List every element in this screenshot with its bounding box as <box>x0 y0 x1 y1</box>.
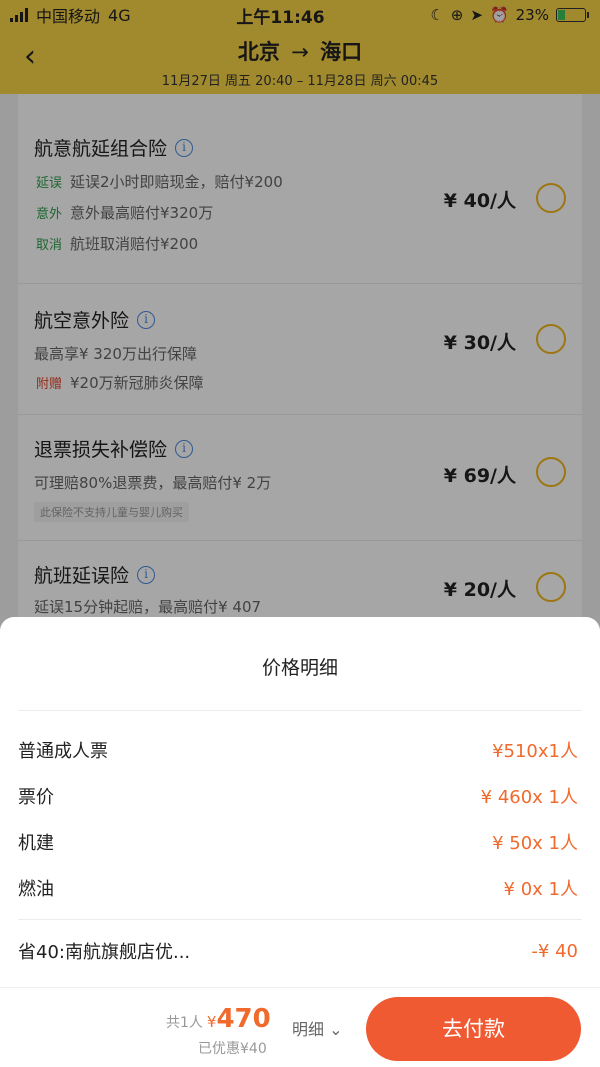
sheet-title: 价格明细 <box>18 617 582 711</box>
total-summary: 共1人 ¥470 <box>166 1004 271 1034</box>
saved-amount: 已优惠¥40 <box>198 1041 267 1057</box>
checkout-bar: 共1人 ¥470 已优惠¥40 明细 ⌄ 去付款 <box>0 987 600 1067</box>
price-value: ¥ 50x 1人 <box>492 833 578 854</box>
price-value: ¥510x1人 <box>492 741 578 762</box>
price-row: 普通成人票 ¥510x1人 <box>0 727 600 773</box>
discount-row: 省40:南航旗舰店优... -¥ 40 <box>0 920 600 982</box>
discount-label: 省40:南航旗舰店优... <box>18 942 191 963</box>
price-detail-sheet: 价格明细 普通成人票 ¥510x1人 票价 ¥ 460x 1人 机建 ¥ 50x 1人… <box>0 617 600 987</box>
price-label: 普通成人票 <box>18 741 108 762</box>
pay-button[interactable]: 去付款 <box>366 997 581 1061</box>
price-row: 票价 ¥ 460x 1人 <box>0 773 600 819</box>
detail-toggle[interactable]: 明细 ⌄ <box>292 1016 343 1040</box>
discount-value: -¥ 40 <box>531 940 578 962</box>
price-value: ¥ 460x 1人 <box>480 787 578 808</box>
passenger-count: 共1人 <box>166 1015 203 1031</box>
price-value: ¥ 0x 1人 <box>503 879 578 900</box>
price-label: 机建 <box>18 833 54 854</box>
price-label: 票价 <box>18 787 54 808</box>
overlay-dim <box>0 0 600 94</box>
price-row: 燃油 ¥ 0x 1人 <box>0 865 600 911</box>
total-amount: 470 <box>216 1004 271 1034</box>
price-row: 机建 ¥ 50x 1人 <box>0 819 600 865</box>
price-label: 燃油 <box>18 879 54 900</box>
